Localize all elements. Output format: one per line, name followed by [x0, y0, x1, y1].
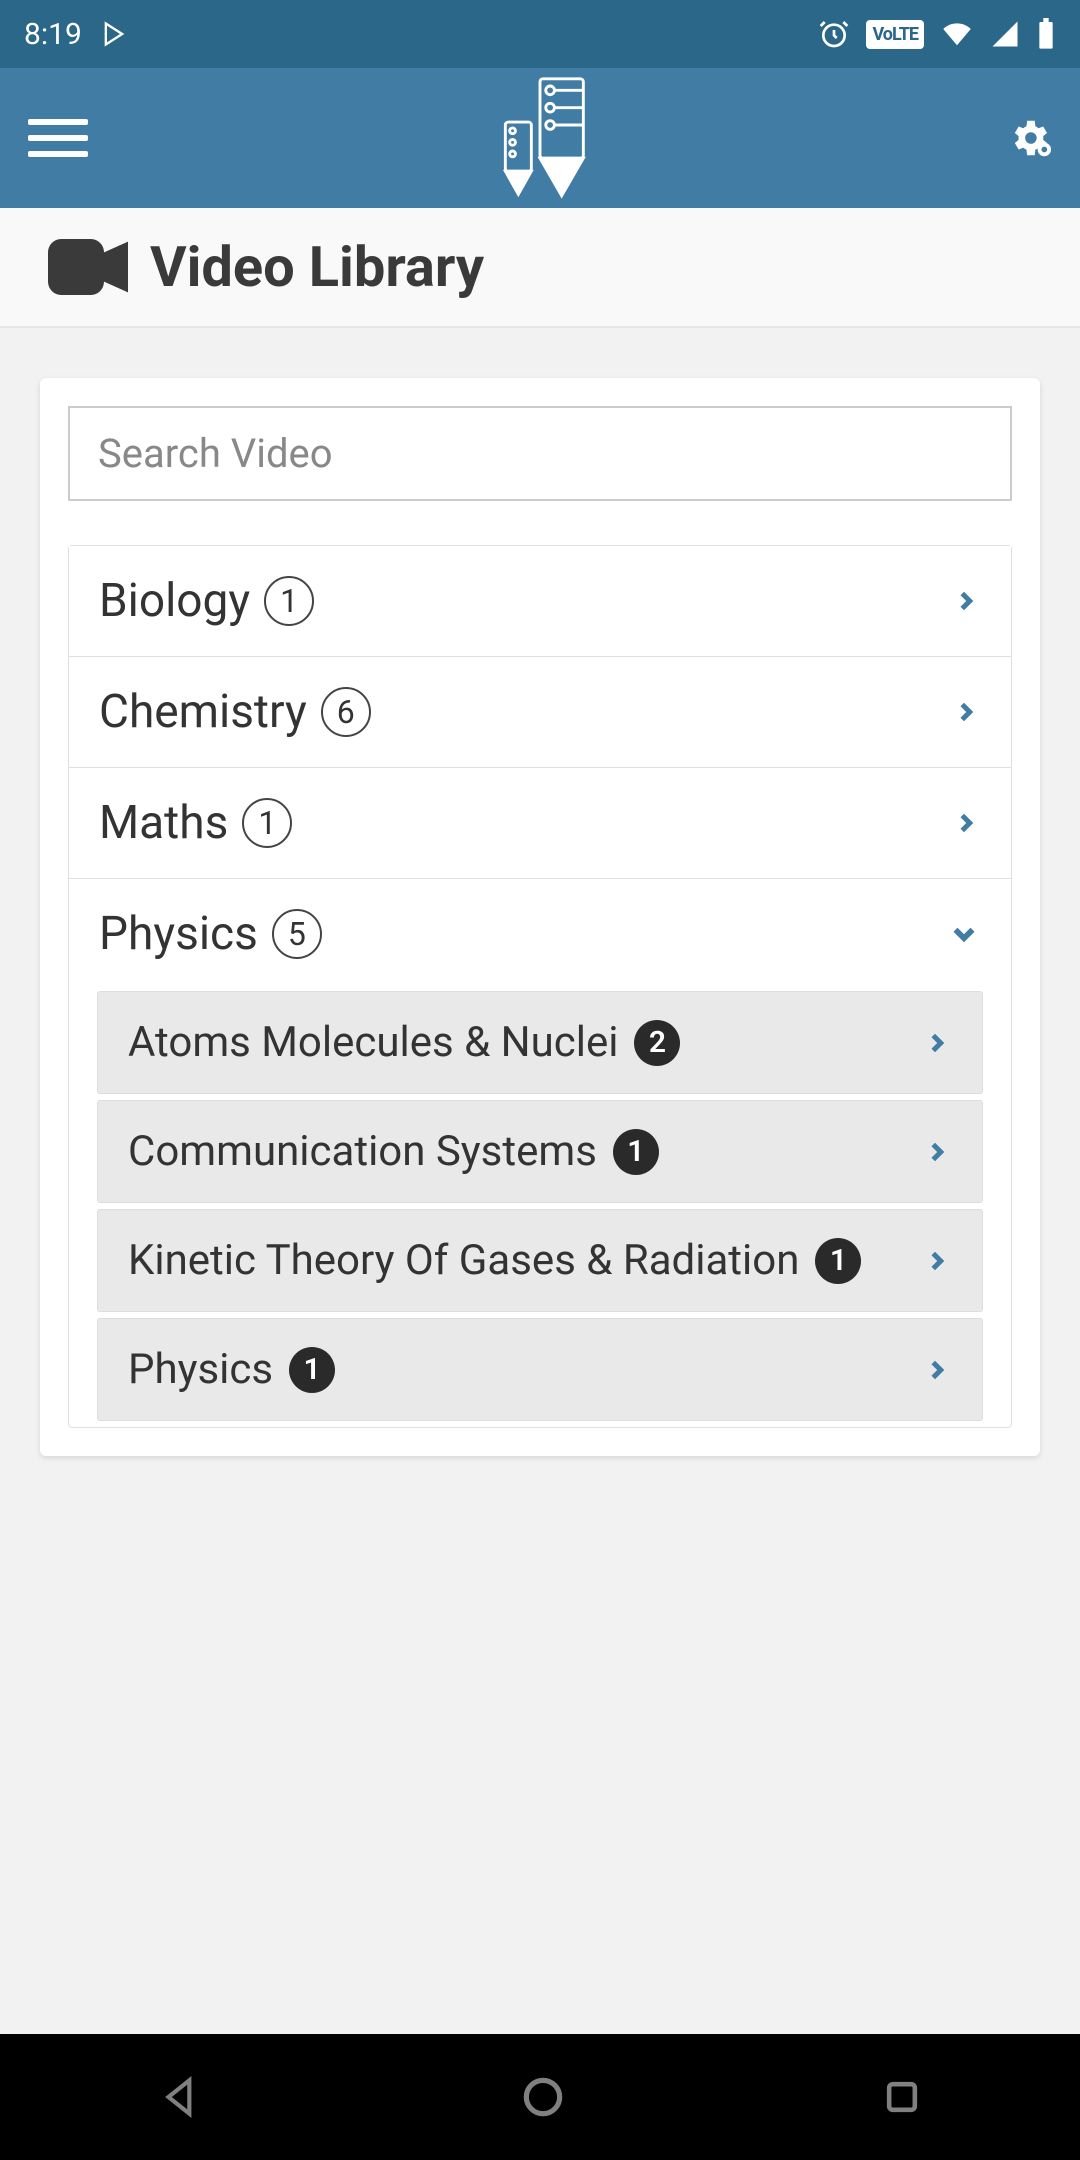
home-button[interactable]: [518, 2072, 568, 2122]
category-maths[interactable]: Maths 1: [69, 768, 1011, 879]
subcategory-label: Kinetic Theory Of Gases & Radiation: [128, 1236, 799, 1285]
subcategory-count-badge: 2: [634, 1020, 680, 1066]
video-camera-icon: [48, 239, 128, 295]
category-biology[interactable]: Biology 1: [69, 546, 1011, 657]
alarm-icon: [818, 18, 850, 50]
subcategory-atoms-molecules-nuclei[interactable]: Atoms Molecules & Nuclei 2: [97, 991, 983, 1094]
category-label: Biology: [99, 574, 250, 628]
category-list: Biology 1 Chemistry 6 Maths 1: [68, 545, 1012, 1428]
settings-button[interactable]: [1006, 115, 1052, 161]
overview-button[interactable]: [880, 2075, 924, 2119]
volte-badge: VoLTE: [866, 20, 924, 49]
back-button[interactable]: [156, 2072, 206, 2122]
category-chemistry[interactable]: Chemistry 6: [69, 657, 1011, 768]
subcategory-count-badge: 1: [613, 1129, 659, 1175]
chevron-right-icon: [951, 586, 981, 616]
subcategory-count-badge: 1: [815, 1238, 861, 1284]
search-input[interactable]: [98, 430, 982, 477]
category-label: Maths: [99, 796, 228, 850]
subcategory-count-badge: 1: [289, 1347, 335, 1393]
subcategory-kinetic-theory[interactable]: Kinetic Theory Of Gases & Radiation 1: [97, 1209, 983, 1312]
subcategory-label: Atoms Molecules & Nuclei: [128, 1018, 618, 1067]
hamburger-menu-button[interactable]: [28, 119, 88, 157]
category-count-badge: 1: [242, 798, 292, 848]
physics-subcategories: Atoms Molecules & Nuclei 2 Communication…: [69, 991, 1011, 1421]
subcategory-label: Communication Systems: [128, 1127, 597, 1176]
category-count-badge: 5: [272, 909, 322, 959]
content-area: Biology 1 Chemistry 6 Maths 1: [0, 328, 1080, 1506]
category-label: Chemistry: [99, 685, 307, 739]
subcategory-label: Physics: [128, 1345, 273, 1394]
category-physics[interactable]: Physics 5: [69, 879, 1011, 989]
category-count-badge: 1: [264, 576, 314, 626]
chevron-right-icon: [951, 808, 981, 838]
category-count-badge: 6: [321, 687, 371, 737]
chevron-right-icon: [922, 1137, 952, 1167]
app-bar: [0, 68, 1080, 208]
chevron-right-icon: [922, 1355, 952, 1385]
chevron-right-icon: [922, 1246, 952, 1276]
status-time: 8:19: [24, 17, 82, 52]
chevron-right-icon: [922, 1028, 952, 1058]
page-title: Video Library: [150, 234, 484, 300]
video-library-card: Biology 1 Chemistry 6 Maths 1: [40, 378, 1040, 1456]
subcategory-physics[interactable]: Physics 1: [97, 1318, 983, 1421]
category-label: Physics: [99, 907, 258, 961]
battery-icon: [1036, 18, 1056, 50]
page-title-bar: Video Library: [0, 208, 1080, 328]
signal-icon: [990, 19, 1020, 49]
android-nav-bar: [0, 2034, 1080, 2160]
subcategory-communication-systems[interactable]: Communication Systems 1: [97, 1100, 983, 1203]
chevron-right-icon: [951, 697, 981, 727]
play-store-icon: [100, 20, 128, 48]
status-bar: 8:19 VoLTE: [0, 0, 1080, 68]
wifi-icon: [940, 19, 974, 49]
chevron-down-icon: [947, 917, 981, 951]
search-box[interactable]: [68, 406, 1012, 501]
app-logo-icon: [480, 73, 600, 203]
